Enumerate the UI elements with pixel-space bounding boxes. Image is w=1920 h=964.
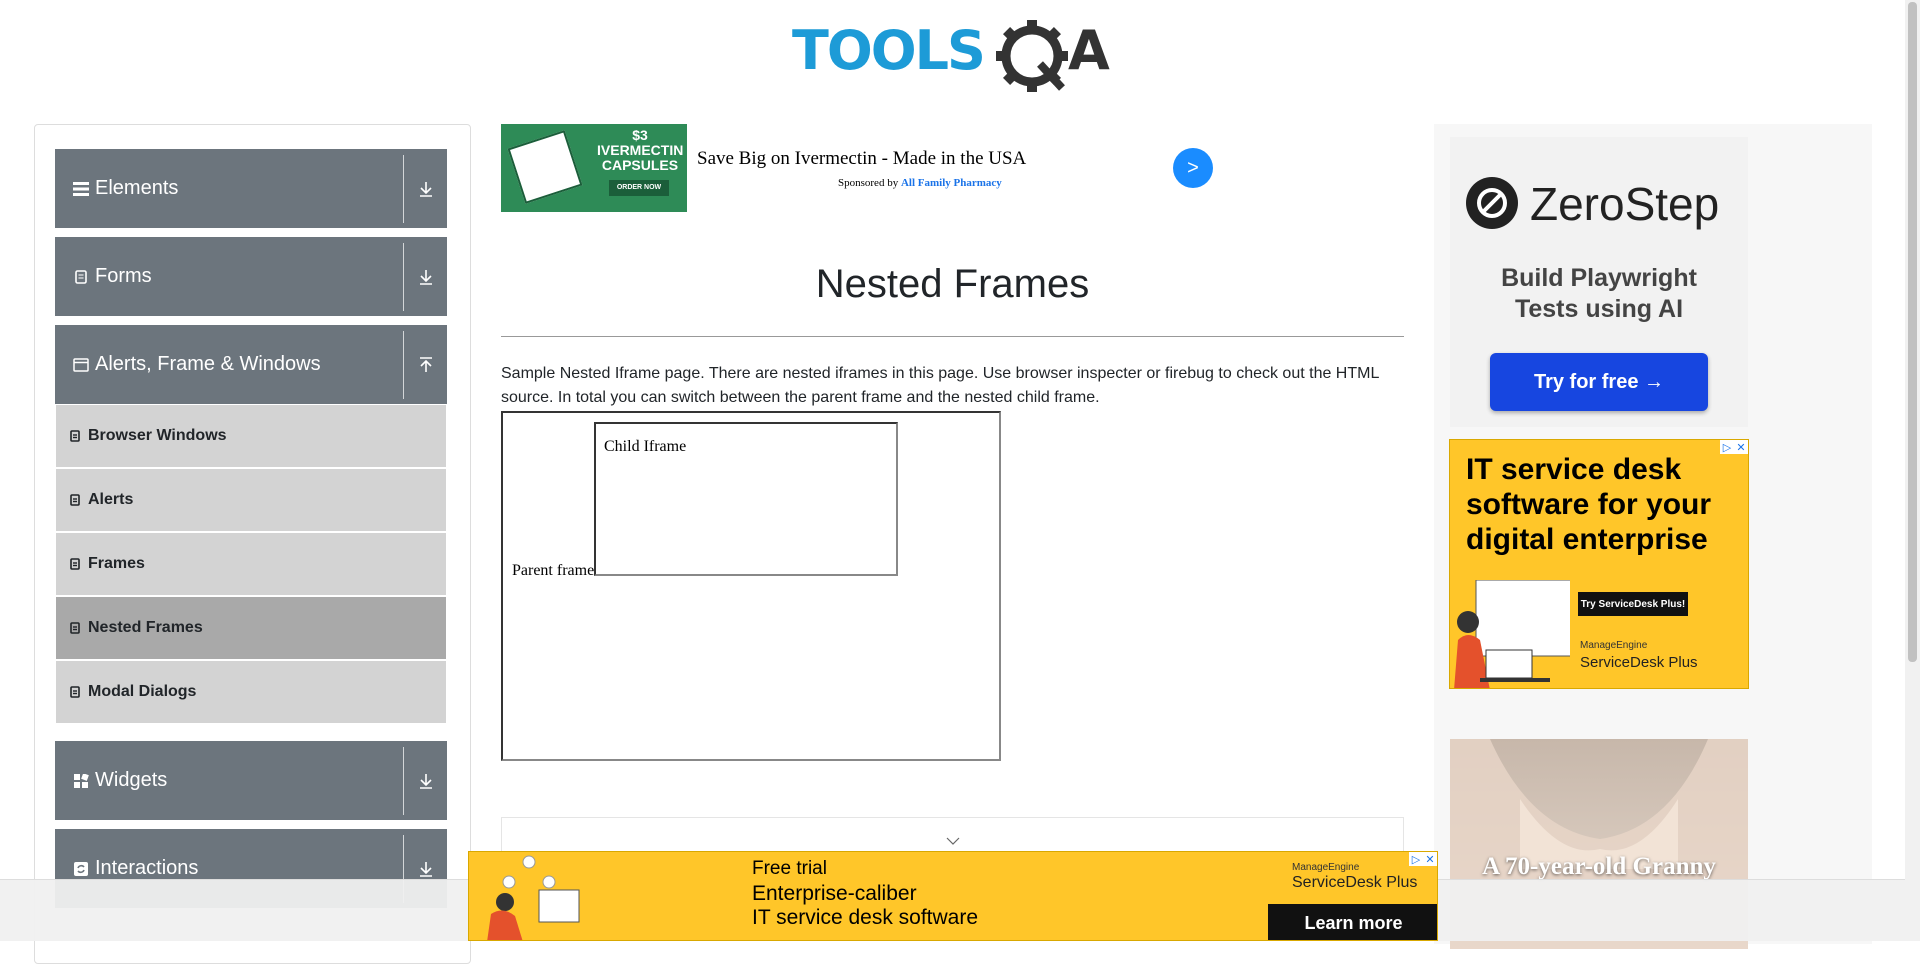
menu-item-frames[interactable]: Frames	[56, 533, 446, 595]
close-icon[interactable]: ✕	[1423, 852, 1437, 866]
chevron-down-icon[interactable]	[946, 832, 960, 850]
download-icon[interactable]	[404, 860, 447, 878]
divider	[403, 154, 404, 223]
bottom-servicedesk-ad[interactable]: ▷ ✕ Free trial Enterprise-caliber IT serv…	[468, 851, 1438, 941]
page-icon	[70, 686, 82, 698]
divider	[403, 330, 404, 399]
file-icon	[73, 269, 89, 284]
sponsor-link[interactable]: All Family Pharmacy	[901, 177, 1002, 189]
svg-text:TOOLS: TOOLS	[792, 19, 984, 82]
top-ad-banner[interactable]: $3 IVERMECTIN CAPSULES ORDER NOW Save Big…	[501, 124, 1213, 212]
menu-item-modal-dialogs[interactable]: Modal Dialogs	[56, 661, 446, 723]
menu-item-label: Modal Dialogs	[88, 683, 197, 700]
divider	[403, 746, 404, 815]
group-widgets[interactable]: Widgets	[55, 741, 447, 820]
servicedesk-try-button[interactable]: Try ServiceDesk Plus!	[1578, 592, 1688, 616]
pill-box-graphic	[507, 130, 583, 204]
menu-item-label: Alerts	[88, 491, 134, 508]
servicedesk-brand: ServiceDesk Plus	[1292, 874, 1418, 891]
group-label: Alerts, Frame & Windows	[95, 353, 321, 375]
header: TOOLS A	[0, 0, 1905, 100]
group-label: Forms	[95, 265, 152, 287]
refresh-icon	[73, 861, 89, 876]
servicedesk-headline: IT service desk software for your digita…	[1466, 453, 1712, 556]
page-scrollbar[interactable]	[1905, 0, 1920, 941]
manageengine-brand: ManageEngine	[1580, 640, 1648, 651]
page-icon	[70, 622, 82, 634]
download-icon[interactable]	[404, 772, 447, 790]
menu-item-label: Browser Windows	[88, 427, 227, 444]
page-icon	[70, 494, 82, 506]
ad-product-image[interactable]: $3 IVERMECTIN CAPSULES ORDER NOW	[501, 124, 687, 212]
zerostep-tagline: Build Playwright Tests using AI	[1501, 264, 1697, 323]
servicedesk-brand: ServiceDesk Plus	[1580, 654, 1698, 671]
ad-order-button[interactable]: ORDER NOW	[609, 180, 669, 196]
svg-text:A: A	[1068, 19, 1110, 82]
group-label: Widgets	[95, 769, 168, 791]
page-icon	[70, 558, 82, 570]
group-forms[interactable]: Forms	[55, 237, 447, 316]
sponsor-prefix: Sponsored by	[838, 177, 899, 189]
ad-title[interactable]: Save Big on Ivermectin - Made in the USA	[697, 148, 1026, 170]
group-alerts-frame-windows[interactable]: Alerts, Frame & Windows	[55, 325, 447, 404]
group-label: Elements	[95, 177, 179, 199]
menu-item-browser-windows[interactable]: Browser Windows	[56, 405, 446, 467]
menu-item-label: Frames	[88, 555, 145, 572]
upload-icon[interactable]	[404, 356, 447, 374]
menu-icon	[73, 181, 89, 196]
support-agent-illustration	[487, 855, 580, 940]
group-label: Interactions	[95, 857, 199, 879]
divider	[403, 242, 404, 311]
menu-item-label: Nested Frames	[88, 619, 203, 636]
zerostep-ad[interactable]: ZeroStep Build Playwright Tests using AI …	[1450, 137, 1748, 427]
scrollbar-thumb[interactable]	[1908, 2, 1917, 662]
manageengine-brand: ManageEngine	[1292, 862, 1360, 873]
granny-ad-text: A 70-year-old Granny	[1482, 853, 1716, 880]
widgets-icon	[73, 773, 89, 788]
toolsqa-logo[interactable]: TOOLS A	[792, 14, 1116, 94]
close-icon[interactable]: ✕	[1734, 440, 1748, 454]
adchoices-icon[interactable]: ▷	[1720, 440, 1734, 454]
learn-more-button[interactable]: Learn more	[1268, 904, 1437, 940]
parent-frame-label: Parent frame	[512, 562, 595, 579]
download-icon[interactable]	[404, 180, 447, 198]
page-description: Sample Nested Iframe page. There are nes…	[501, 365, 1379, 406]
window-icon	[73, 357, 89, 372]
title-divider	[501, 336, 1404, 337]
ad-sponsor: Sponsored by All Family Pharmacy	[838, 177, 1002, 189]
parent-iframe[interactable]: Parent frame Child Iframe	[501, 411, 1001, 761]
adchoices-icon[interactable]: ▷	[1409, 852, 1423, 866]
bottom-ad-line1: Free trial	[752, 858, 827, 879]
menu-item-alerts[interactable]: Alerts	[56, 469, 446, 531]
servicedesk-ad[interactable]: ▷ ✕ IT service desk software for your di…	[1449, 439, 1749, 689]
child-frame-label: Child Iframe	[604, 438, 687, 455]
download-icon[interactable]	[404, 268, 447, 286]
page-icon	[70, 430, 82, 442]
child-iframe[interactable]: Child Iframe	[594, 422, 898, 576]
ad-image-text: $3 IVERMECTIN CAPSULES	[597, 127, 684, 173]
ad-go-button[interactable]: >	[1173, 148, 1213, 188]
bottom-ad-headline: Enterprise-caliber IT service desk softwa…	[752, 882, 979, 929]
zerostep-logo-icon	[1466, 177, 1518, 229]
zerostep-try-button[interactable]: Try for free →	[1490, 353, 1708, 411]
zerostep-brand: ZeroStep	[1530, 178, 1720, 230]
group-elements[interactable]: Elements	[55, 149, 447, 228]
support-agent-illustration	[1454, 580, 1570, 688]
menu-item-nested-frames[interactable]: Nested Frames	[56, 597, 446, 659]
page-title: Nested Frames	[815, 262, 1090, 306]
